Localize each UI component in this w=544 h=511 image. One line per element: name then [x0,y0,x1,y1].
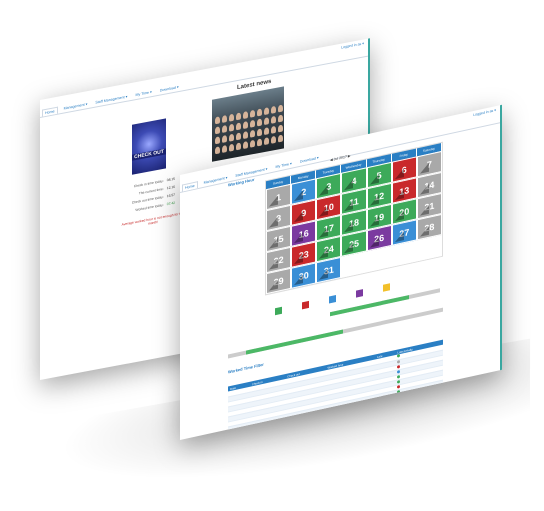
person [236,122,241,131]
person [236,112,241,121]
time-value: 12:16 [166,184,175,191]
person [271,125,276,134]
time-label: Worked time today: [135,202,164,213]
status-dot [397,359,401,364]
time-value: 08:15 [166,176,175,183]
nav-item[interactable]: Home [182,181,198,192]
person [264,107,269,116]
time-value: 07:42 [166,200,175,207]
person [257,108,262,117]
status-dot [397,364,401,369]
legend-item [356,289,363,298]
worked-time-filter-title: Worked Time Filter [228,361,264,375]
legend-item [383,283,390,292]
person [257,118,262,127]
person [222,135,227,143]
person [243,131,248,140]
person [229,143,234,152]
status-dot [397,374,401,379]
checkout-fingerprint-icon[interactable]: CHECK OUT [132,118,166,175]
person [264,127,269,136]
person [264,117,269,126]
person [250,119,255,128]
person [257,138,262,147]
nav-item[interactable]: Management ▾ [202,174,230,187]
status-dot [397,369,401,374]
person [271,105,276,114]
calendar-day[interactable]: 31 [316,256,342,284]
legend-swatch [383,283,390,292]
person [250,129,255,138]
checkout-label: CHECK OUT [132,148,166,161]
legend-item [302,300,309,310]
person [243,121,248,130]
person [222,145,227,153]
legend-swatch [302,300,309,310]
person [271,115,276,124]
person [278,124,283,133]
person [222,125,227,133]
person [278,114,283,123]
legend-swatch [356,289,363,298]
time-summary: Check in time today: 08:15 The current tim… [125,175,175,216]
person [250,139,255,148]
person [278,134,283,143]
person [215,116,220,125]
person [215,146,220,155]
login-menu[interactable]: Logged in as ▾ [341,41,364,49]
person [243,111,248,120]
person [222,115,227,123]
nav-item[interactable]: Download ▾ [158,84,181,95]
nav-bar: Home Management ▾ Staff Management ▾ My Tim… [40,48,368,118]
nav-item[interactable]: Staff Management ▾ [93,93,129,107]
person [271,135,276,144]
person [236,142,241,151]
person [215,136,220,145]
nav-item[interactable]: My Time ▾ [273,160,293,171]
nav-item[interactable]: Home [42,106,58,117]
nav-item[interactable]: Management ▾ [62,101,90,113]
person [229,133,234,142]
legend-swatch [329,294,336,304]
person [278,104,283,113]
calendar-day[interactable]: 29 [266,267,292,295]
time-value: 16:57 [166,192,175,199]
status-dot [397,384,401,389]
person [229,123,234,132]
person [257,128,262,137]
person [264,137,269,146]
nav-item[interactable]: My Time ▾ [133,89,153,100]
person [243,141,248,150]
legend-item [329,294,336,304]
news-photo[interactable] [212,86,284,162]
nav-item[interactable]: Download ▾ [298,154,321,166]
calendar-day[interactable]: 30 [291,262,317,289]
person [229,113,234,122]
person [250,109,255,118]
legend-item [275,306,282,316]
person [215,126,220,135]
status-dot [397,379,401,384]
legend-swatch [275,306,282,316]
status-dot [397,354,401,358]
person [236,132,241,141]
